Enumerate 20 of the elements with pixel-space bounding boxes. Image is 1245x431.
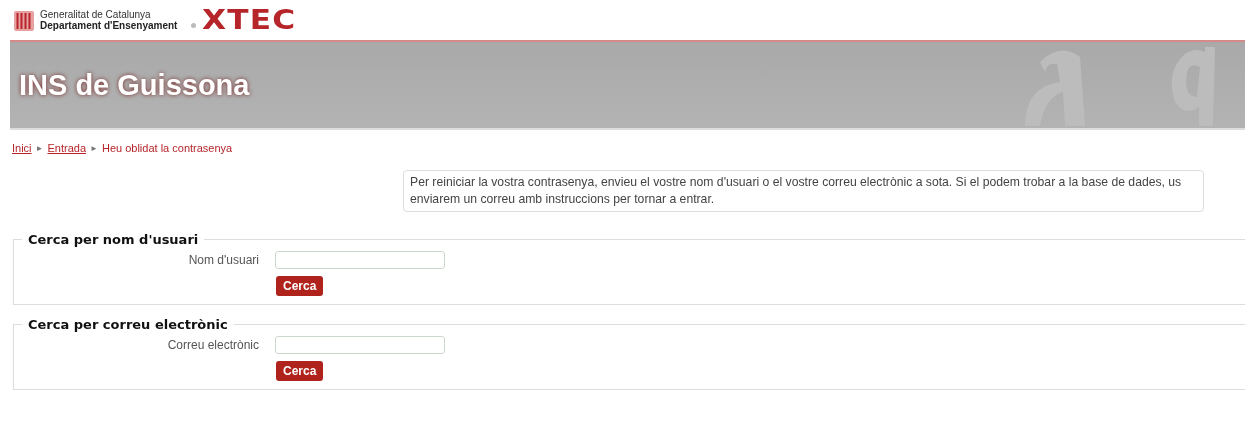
breadcrumb-link[interactable]: Entrada	[47, 142, 86, 154]
breadcrumb-link[interactable]: Inici	[12, 142, 32, 154]
input-field[interactable]	[275, 251, 445, 269]
site-title: INS de Guissona	[19, 68, 250, 102]
separator-icon: ►	[35, 143, 44, 153]
field-label: Nom d'usuari	[187, 253, 259, 267]
form-legend: Cerca per correu electrònic	[22, 317, 234, 332]
emblem-icon	[14, 11, 34, 31]
search-button[interactable]: Cerca	[276, 361, 324, 381]
search-button[interactable]: Cerca	[276, 276, 324, 296]
department-name: Departament d'Ensenyament	[40, 20, 178, 31]
form-legend: Cerca per nom d'usuari	[22, 232, 205, 247]
site-logo[interactable]: XTEC	[202, 7, 297, 33]
breadcrumb-current: Heu oblidat la contrasenya	[101, 142, 233, 154]
field-label: Correu electrònic	[166, 338, 259, 352]
dot-icon	[191, 22, 197, 28]
separator-icon: ►	[90, 143, 98, 153]
org-name: Generalitat de Catalunya	[40, 9, 151, 20]
intro-text: Per reiniciar la vostra contrasenya, envieu el vostre nom d'usuari o el vostre correu electrònic a sota. Si el podem trobar a la base de dades, us enviarem un correu amb instruccions per tornar a entrar.	[403, 170, 1204, 212]
input-field[interactable]	[275, 336, 445, 354]
